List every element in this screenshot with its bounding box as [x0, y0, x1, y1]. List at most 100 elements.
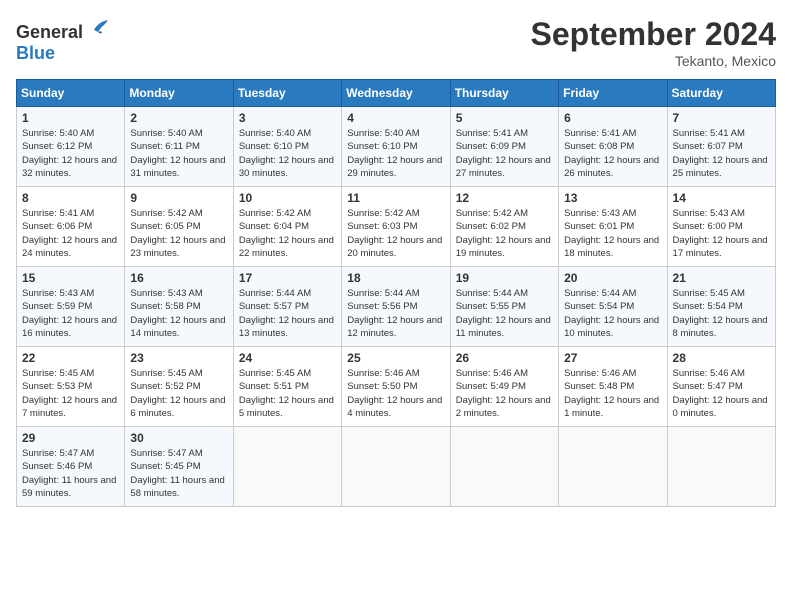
table-row: 29 Sunrise: 5:47 AM Sunset: 5:46 PM Dayl… [17, 427, 125, 507]
table-row: 10 Sunrise: 5:42 AM Sunset: 6:04 PM Dayl… [233, 187, 341, 267]
day-info: Sunrise: 5:45 AM Sunset: 5:54 PM Dayligh… [673, 287, 770, 340]
table-row: 16 Sunrise: 5:43 AM Sunset: 5:58 PM Dayl… [125, 267, 233, 347]
calendar-week-1: 1 Sunrise: 5:40 AM Sunset: 6:12 PM Dayli… [17, 107, 776, 187]
calendar-header: SundayMondayTuesdayWednesdayThursdayFrid… [17, 80, 776, 107]
table-row: 5 Sunrise: 5:41 AM Sunset: 6:09 PM Dayli… [450, 107, 558, 187]
header-day-thursday: Thursday [450, 80, 558, 107]
month-year-title: September 2024 [531, 16, 776, 53]
day-number: 28 [673, 351, 770, 365]
day-info: Sunrise: 5:47 AM Sunset: 5:46 PM Dayligh… [22, 447, 119, 500]
day-info: Sunrise: 5:45 AM Sunset: 5:53 PM Dayligh… [22, 367, 119, 420]
day-info: Sunrise: 5:44 AM Sunset: 5:54 PM Dayligh… [564, 287, 661, 340]
day-info: Sunrise: 5:44 AM Sunset: 5:55 PM Dayligh… [456, 287, 553, 340]
logo-general: General [16, 22, 83, 42]
table-row: 7 Sunrise: 5:41 AM Sunset: 6:07 PM Dayli… [667, 107, 775, 187]
table-row: 13 Sunrise: 5:43 AM Sunset: 6:01 PM Dayl… [559, 187, 667, 267]
day-info: Sunrise: 5:47 AM Sunset: 5:45 PM Dayligh… [130, 447, 227, 500]
day-info: Sunrise: 5:42 AM Sunset: 6:04 PM Dayligh… [239, 207, 336, 260]
table-row: 19 Sunrise: 5:44 AM Sunset: 5:55 PM Dayl… [450, 267, 558, 347]
day-info: Sunrise: 5:43 AM Sunset: 5:59 PM Dayligh… [22, 287, 119, 340]
day-info: Sunrise: 5:43 AM Sunset: 6:00 PM Dayligh… [673, 207, 770, 260]
table-row: 1 Sunrise: 5:40 AM Sunset: 6:12 PM Dayli… [17, 107, 125, 187]
header-day-sunday: Sunday [17, 80, 125, 107]
day-number: 30 [130, 431, 227, 445]
day-number: 4 [347, 111, 444, 125]
table-row: 25 Sunrise: 5:46 AM Sunset: 5:50 PM Dayl… [342, 347, 450, 427]
table-row: 9 Sunrise: 5:42 AM Sunset: 6:05 PM Dayli… [125, 187, 233, 267]
day-info: Sunrise: 5:45 AM Sunset: 5:51 PM Dayligh… [239, 367, 336, 420]
day-number: 11 [347, 191, 444, 205]
calendar-body: 1 Sunrise: 5:40 AM Sunset: 6:12 PM Dayli… [17, 107, 776, 507]
logo-blue: Blue [16, 43, 55, 63]
day-number: 3 [239, 111, 336, 125]
logo-text: General Blue [16, 16, 112, 64]
day-info: Sunrise: 5:43 AM Sunset: 5:58 PM Dayligh… [130, 287, 227, 340]
day-number: 27 [564, 351, 661, 365]
table-row: 17 Sunrise: 5:44 AM Sunset: 5:57 PM Dayl… [233, 267, 341, 347]
table-row: 21 Sunrise: 5:45 AM Sunset: 5:54 PM Dayl… [667, 267, 775, 347]
table-row: 24 Sunrise: 5:45 AM Sunset: 5:51 PM Dayl… [233, 347, 341, 427]
table-row: 30 Sunrise: 5:47 AM Sunset: 5:45 PM Dayl… [125, 427, 233, 507]
day-number: 21 [673, 271, 770, 285]
table-row [233, 427, 341, 507]
day-number: 15 [22, 271, 119, 285]
location-subtitle: Tekanto, Mexico [531, 53, 776, 69]
table-row [450, 427, 558, 507]
header-row: SundayMondayTuesdayWednesdayThursdayFrid… [17, 80, 776, 107]
table-row [559, 427, 667, 507]
calendar-table: SundayMondayTuesdayWednesdayThursdayFrid… [16, 79, 776, 507]
day-number: 12 [456, 191, 553, 205]
table-row [667, 427, 775, 507]
page-header: General Blue September 2024 Tekanto, Mex… [16, 16, 776, 69]
table-row: 14 Sunrise: 5:43 AM Sunset: 6:00 PM Dayl… [667, 187, 775, 267]
header-day-tuesday: Tuesday [233, 80, 341, 107]
table-row: 18 Sunrise: 5:44 AM Sunset: 5:56 PM Dayl… [342, 267, 450, 347]
day-info: Sunrise: 5:41 AM Sunset: 6:07 PM Dayligh… [673, 127, 770, 180]
day-number: 20 [564, 271, 661, 285]
day-info: Sunrise: 5:42 AM Sunset: 6:03 PM Dayligh… [347, 207, 444, 260]
day-info: Sunrise: 5:41 AM Sunset: 6:08 PM Dayligh… [564, 127, 661, 180]
table-row: 4 Sunrise: 5:40 AM Sunset: 6:10 PM Dayli… [342, 107, 450, 187]
day-number: 5 [456, 111, 553, 125]
header-day-wednesday: Wednesday [342, 80, 450, 107]
day-number: 18 [347, 271, 444, 285]
table-row: 28 Sunrise: 5:46 AM Sunset: 5:47 PM Dayl… [667, 347, 775, 427]
day-info: Sunrise: 5:44 AM Sunset: 5:56 PM Dayligh… [347, 287, 444, 340]
day-number: 9 [130, 191, 227, 205]
day-info: Sunrise: 5:40 AM Sunset: 6:12 PM Dayligh… [22, 127, 119, 180]
day-number: 1 [22, 111, 119, 125]
day-number: 7 [673, 111, 770, 125]
table-row: 27 Sunrise: 5:46 AM Sunset: 5:48 PM Dayl… [559, 347, 667, 427]
header-day-friday: Friday [559, 80, 667, 107]
day-number: 25 [347, 351, 444, 365]
table-row: 15 Sunrise: 5:43 AM Sunset: 5:59 PM Dayl… [17, 267, 125, 347]
day-info: Sunrise: 5:46 AM Sunset: 5:50 PM Dayligh… [347, 367, 444, 420]
day-number: 10 [239, 191, 336, 205]
day-info: Sunrise: 5:46 AM Sunset: 5:47 PM Dayligh… [673, 367, 770, 420]
logo: General Blue [16, 16, 112, 64]
calendar-week-3: 15 Sunrise: 5:43 AM Sunset: 5:59 PM Dayl… [17, 267, 776, 347]
day-number: 13 [564, 191, 661, 205]
day-number: 23 [130, 351, 227, 365]
day-info: Sunrise: 5:40 AM Sunset: 6:11 PM Dayligh… [130, 127, 227, 180]
logo-bird-icon [90, 16, 112, 38]
day-info: Sunrise: 5:43 AM Sunset: 6:01 PM Dayligh… [564, 207, 661, 260]
day-info: Sunrise: 5:40 AM Sunset: 6:10 PM Dayligh… [239, 127, 336, 180]
day-number: 19 [456, 271, 553, 285]
day-number: 6 [564, 111, 661, 125]
header-day-saturday: Saturday [667, 80, 775, 107]
day-number: 8 [22, 191, 119, 205]
day-info: Sunrise: 5:40 AM Sunset: 6:10 PM Dayligh… [347, 127, 444, 180]
day-info: Sunrise: 5:45 AM Sunset: 5:52 PM Dayligh… [130, 367, 227, 420]
day-info: Sunrise: 5:41 AM Sunset: 6:09 PM Dayligh… [456, 127, 553, 180]
table-row: 20 Sunrise: 5:44 AM Sunset: 5:54 PM Dayl… [559, 267, 667, 347]
table-row: 23 Sunrise: 5:45 AM Sunset: 5:52 PM Dayl… [125, 347, 233, 427]
calendar-week-2: 8 Sunrise: 5:41 AM Sunset: 6:06 PM Dayli… [17, 187, 776, 267]
day-number: 26 [456, 351, 553, 365]
table-row: 26 Sunrise: 5:46 AM Sunset: 5:49 PM Dayl… [450, 347, 558, 427]
table-row: 8 Sunrise: 5:41 AM Sunset: 6:06 PM Dayli… [17, 187, 125, 267]
table-row: 12 Sunrise: 5:42 AM Sunset: 6:02 PM Dayl… [450, 187, 558, 267]
table-row: 6 Sunrise: 5:41 AM Sunset: 6:08 PM Dayli… [559, 107, 667, 187]
day-number: 24 [239, 351, 336, 365]
calendar-week-4: 22 Sunrise: 5:45 AM Sunset: 5:53 PM Dayl… [17, 347, 776, 427]
